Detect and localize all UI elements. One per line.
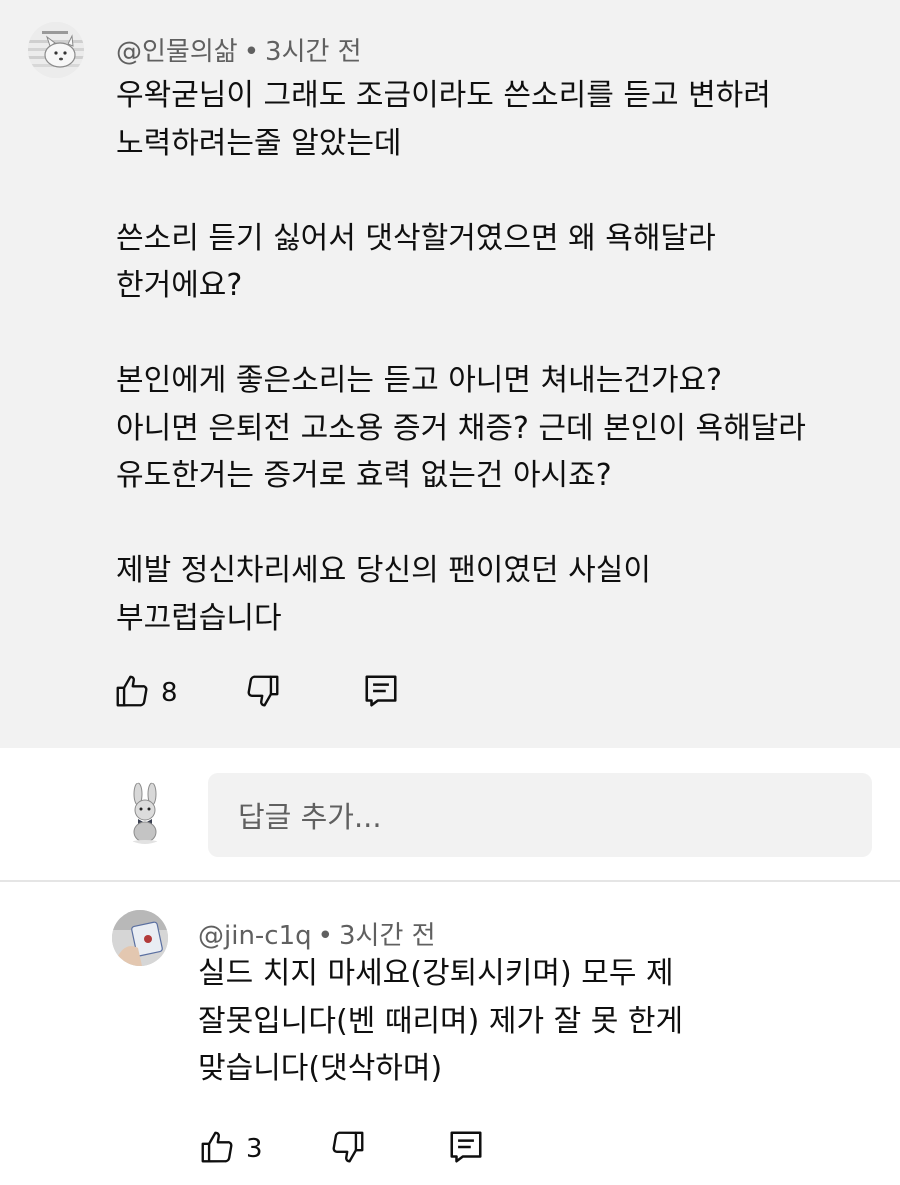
dislike-button[interactable] (244, 671, 282, 715)
reply-reply-button[interactable] (447, 1127, 485, 1171)
reply-avatar[interactable] (112, 910, 168, 966)
reply-input-placeholder: 답글 추가... (238, 800, 382, 834)
thumb-up-icon (113, 672, 151, 714)
reply-icon (447, 1128, 485, 1170)
reply-like-button[interactable]: 3 (198, 1127, 263, 1171)
reply-body: 실드 치지 마세요(강퇴시키며) 모두 제 잘못입니다(벤 때리며) 제가 잘 … (198, 956, 684, 1086)
reply-input[interactable]: 답글 추가... (208, 773, 872, 857)
thumb-down-icon (244, 672, 282, 714)
like-count: 8 (161, 678, 178, 708)
reply-icon (362, 672, 400, 714)
highlighted-comment: @인물의삶 • 3시간 전 우왁굳님이 그래도 조금이라도 쓴소리를 듣고 변하려 … (0, 0, 900, 748)
comment-actions: 8 (113, 671, 433, 715)
comment-body: 우왁굳님이 그래도 조금이라도 쓴소리를 듣고 변하려 노력하려는줄 알았는데 … (116, 78, 806, 636)
reply-like-count: 3 (246, 1134, 263, 1164)
commenter-avatar[interactable] (28, 22, 84, 78)
reply-meta: @jin-c1q • 3시간 전 (198, 915, 436, 952)
divider (0, 880, 900, 882)
reply-author[interactable]: @jin-c1q (198, 921, 312, 951)
reply-actions: 3 (198, 1127, 498, 1171)
user-avatar[interactable] (114, 782, 176, 844)
comment-meta: @인물의삶 • 3시간 전 (116, 31, 362, 68)
like-button[interactable]: 8 (113, 671, 178, 715)
thumb-up-icon (198, 1128, 236, 1170)
meta-separator: • (243, 37, 260, 67)
reply-button[interactable] (362, 671, 400, 715)
comment-author[interactable]: @인물의삶 (116, 37, 238, 67)
reply-dislike-button[interactable] (329, 1127, 367, 1171)
reply-time[interactable]: 3시간 전 (339, 921, 436, 951)
meta-separator: • (317, 921, 333, 951)
thumb-down-icon (329, 1128, 367, 1170)
comment-time[interactable]: 3시간 전 (265, 37, 362, 67)
